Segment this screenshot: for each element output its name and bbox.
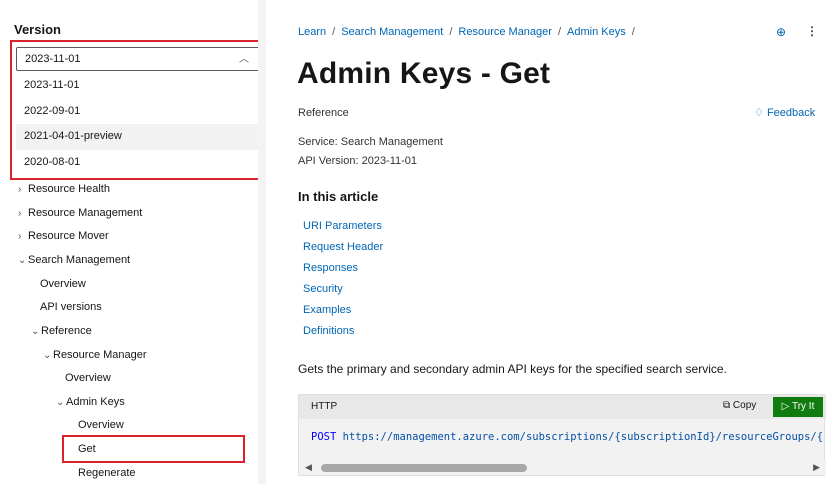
more-options-icon[interactable]: ⋮ xyxy=(806,24,818,38)
breadcrumb: Learn / Search Management / Resource Manager… xyxy=(298,26,641,38)
version-dropdown-highlight: 2023-11-01 ︿ 2023-11-01 2022-09-01 2021-… xyxy=(10,40,266,180)
code-horizontal-scrollbar[interactable]: ◀ ▶ xyxy=(299,461,826,475)
nav-item-resource-management[interactable]: › Resource Management xyxy=(18,207,142,219)
version-menu: 2023-11-01 2022-09-01 2021-04-01-preview… xyxy=(16,73,260,175)
code-language: HTTP xyxy=(311,401,338,412)
add-collection-icon[interactable]: ⊕ xyxy=(776,25,786,39)
sidebar: Version 2023-11-01 ︿ 2023-11-01 2022-09-… xyxy=(0,0,266,484)
nav-item-admin-keys[interactable]: ⌄ Admin Keys xyxy=(56,396,125,408)
code-request-line: POST https://management.azure.com/subscr… xyxy=(311,431,824,443)
toc-link-examples[interactable]: Examples xyxy=(303,304,351,316)
nav-label: Search Management xyxy=(28,254,131,266)
nav-label: Admin Keys xyxy=(66,396,125,408)
code-block: HTTP ⧉ Copy ▷ Try It POST https://manage… xyxy=(298,394,826,476)
breadcrumb-link[interactable]: Learn xyxy=(298,26,326,38)
toc-link-uri-parameters[interactable]: URI Parameters xyxy=(303,220,382,232)
nav-label: Resource Management xyxy=(28,207,143,219)
service-line: Service: Search Management xyxy=(298,136,443,148)
sidebar-scrollbar[interactable] xyxy=(258,0,266,484)
toc-link-request-header[interactable]: Request Header xyxy=(303,241,383,253)
nav-item-admin-keys-overview[interactable]: Overview xyxy=(78,419,124,431)
nav-label: Resource Manager xyxy=(53,349,147,361)
breadcrumb-link[interactable]: Resource Manager xyxy=(458,26,552,38)
nav-item-regenerate[interactable]: Regenerate xyxy=(78,467,136,479)
nav-item-overview[interactable]: Overview xyxy=(40,278,86,290)
page-actions: ⊕ ⋮ xyxy=(776,24,818,39)
breadcrumb-link[interactable]: Search Management xyxy=(341,26,443,38)
http-method: POST xyxy=(311,431,337,443)
chevron-down-icon: ⌄ xyxy=(43,350,52,361)
copy-label: Copy xyxy=(732,400,757,411)
feedback-link[interactable]: ♢ Feedback xyxy=(754,106,815,119)
version-selected-value: 2023-11-01 xyxy=(25,53,81,65)
nav-label: Get xyxy=(78,443,96,455)
nav-label: Overview xyxy=(40,278,86,290)
api-version-line: API Version: 2023-11-01 xyxy=(298,155,418,167)
breadcrumb-separator: / xyxy=(332,26,336,38)
nav-item-get[interactable]: Get xyxy=(78,443,96,455)
chevron-right-icon: › xyxy=(18,184,22,195)
in-this-article-heading: In this article xyxy=(298,189,379,204)
version-option[interactable]: 2021-04-01-preview xyxy=(16,124,260,150)
breadcrumb-link[interactable]: Admin Keys xyxy=(567,26,626,38)
breadcrumb-separator: / xyxy=(449,26,453,38)
chevron-up-icon: ︿ xyxy=(239,54,249,65)
version-label: Version xyxy=(14,22,61,37)
nav-label: Reference xyxy=(41,325,92,337)
nav-label: Overview xyxy=(65,372,111,384)
copy-button[interactable]: ⧉ Copy xyxy=(723,400,756,411)
breadcrumb-separator: / xyxy=(631,26,635,38)
try-it-label: Try It xyxy=(791,401,815,412)
nav-item-api-versions[interactable]: API versions xyxy=(40,301,102,313)
thumbs-up-icon: ♢ xyxy=(754,107,764,119)
nav-item-search-management[interactable]: ⌄ Search Management xyxy=(18,254,130,266)
play-icon: ▷ xyxy=(781,401,790,412)
copy-icon: ⧉ xyxy=(723,400,731,411)
chevron-right-icon: › xyxy=(18,208,22,219)
chevron-down-icon: ⌄ xyxy=(56,397,65,408)
nav-label: Resource Health xyxy=(28,183,110,195)
scroll-left-icon[interactable]: ◀ xyxy=(305,462,312,473)
nav-item-resource-manager[interactable]: ⌄ Resource Manager xyxy=(43,349,147,361)
breadcrumb-separator: / xyxy=(557,26,562,38)
chevron-right-icon: › xyxy=(18,231,22,242)
nav-label: Resource Mover xyxy=(28,230,109,242)
chevron-down-icon: ⌄ xyxy=(18,255,27,266)
description: Gets the primary and secondary admin API… xyxy=(298,362,727,376)
scrollbar-thumb[interactable] xyxy=(321,464,527,472)
version-option[interactable]: 2022-09-01 xyxy=(16,99,260,125)
code-header: HTTP ⧉ Copy ▷ Try It xyxy=(299,395,826,419)
reference-label: Reference xyxy=(298,107,349,119)
nav-label: API versions xyxy=(40,301,102,313)
version-option[interactable]: 2020-08-01 xyxy=(16,150,260,176)
page-title: Admin Keys - Get xyxy=(297,57,551,90)
nav-item-reference[interactable]: ⌄ Reference xyxy=(31,325,92,337)
nav-item-resource-mover[interactable]: › Resource Mover xyxy=(18,230,109,242)
version-option[interactable]: 2023-11-01 xyxy=(16,73,260,99)
try-it-button[interactable]: ▷ Try It xyxy=(773,397,823,417)
nav-label: Regenerate xyxy=(78,467,136,479)
request-url: https://management.azure.com/subscriptio… xyxy=(342,431,824,443)
nav-item-rm-overview[interactable]: Overview xyxy=(65,372,111,384)
toc-link-security[interactable]: Security xyxy=(303,283,343,295)
scroll-right-icon[interactable]: ▶ xyxy=(813,462,820,473)
toc-link-definitions[interactable]: Definitions xyxy=(303,325,354,337)
nav-item-resource-health[interactable]: › Resource Health xyxy=(18,183,110,195)
toc-link-responses[interactable]: Responses xyxy=(303,262,358,274)
feedback-label: Feedback xyxy=(766,107,816,119)
nav-label: Overview xyxy=(78,419,124,431)
chevron-down-icon: ⌄ xyxy=(31,326,40,337)
version-select[interactable]: 2023-11-01 ︿ xyxy=(16,47,260,71)
